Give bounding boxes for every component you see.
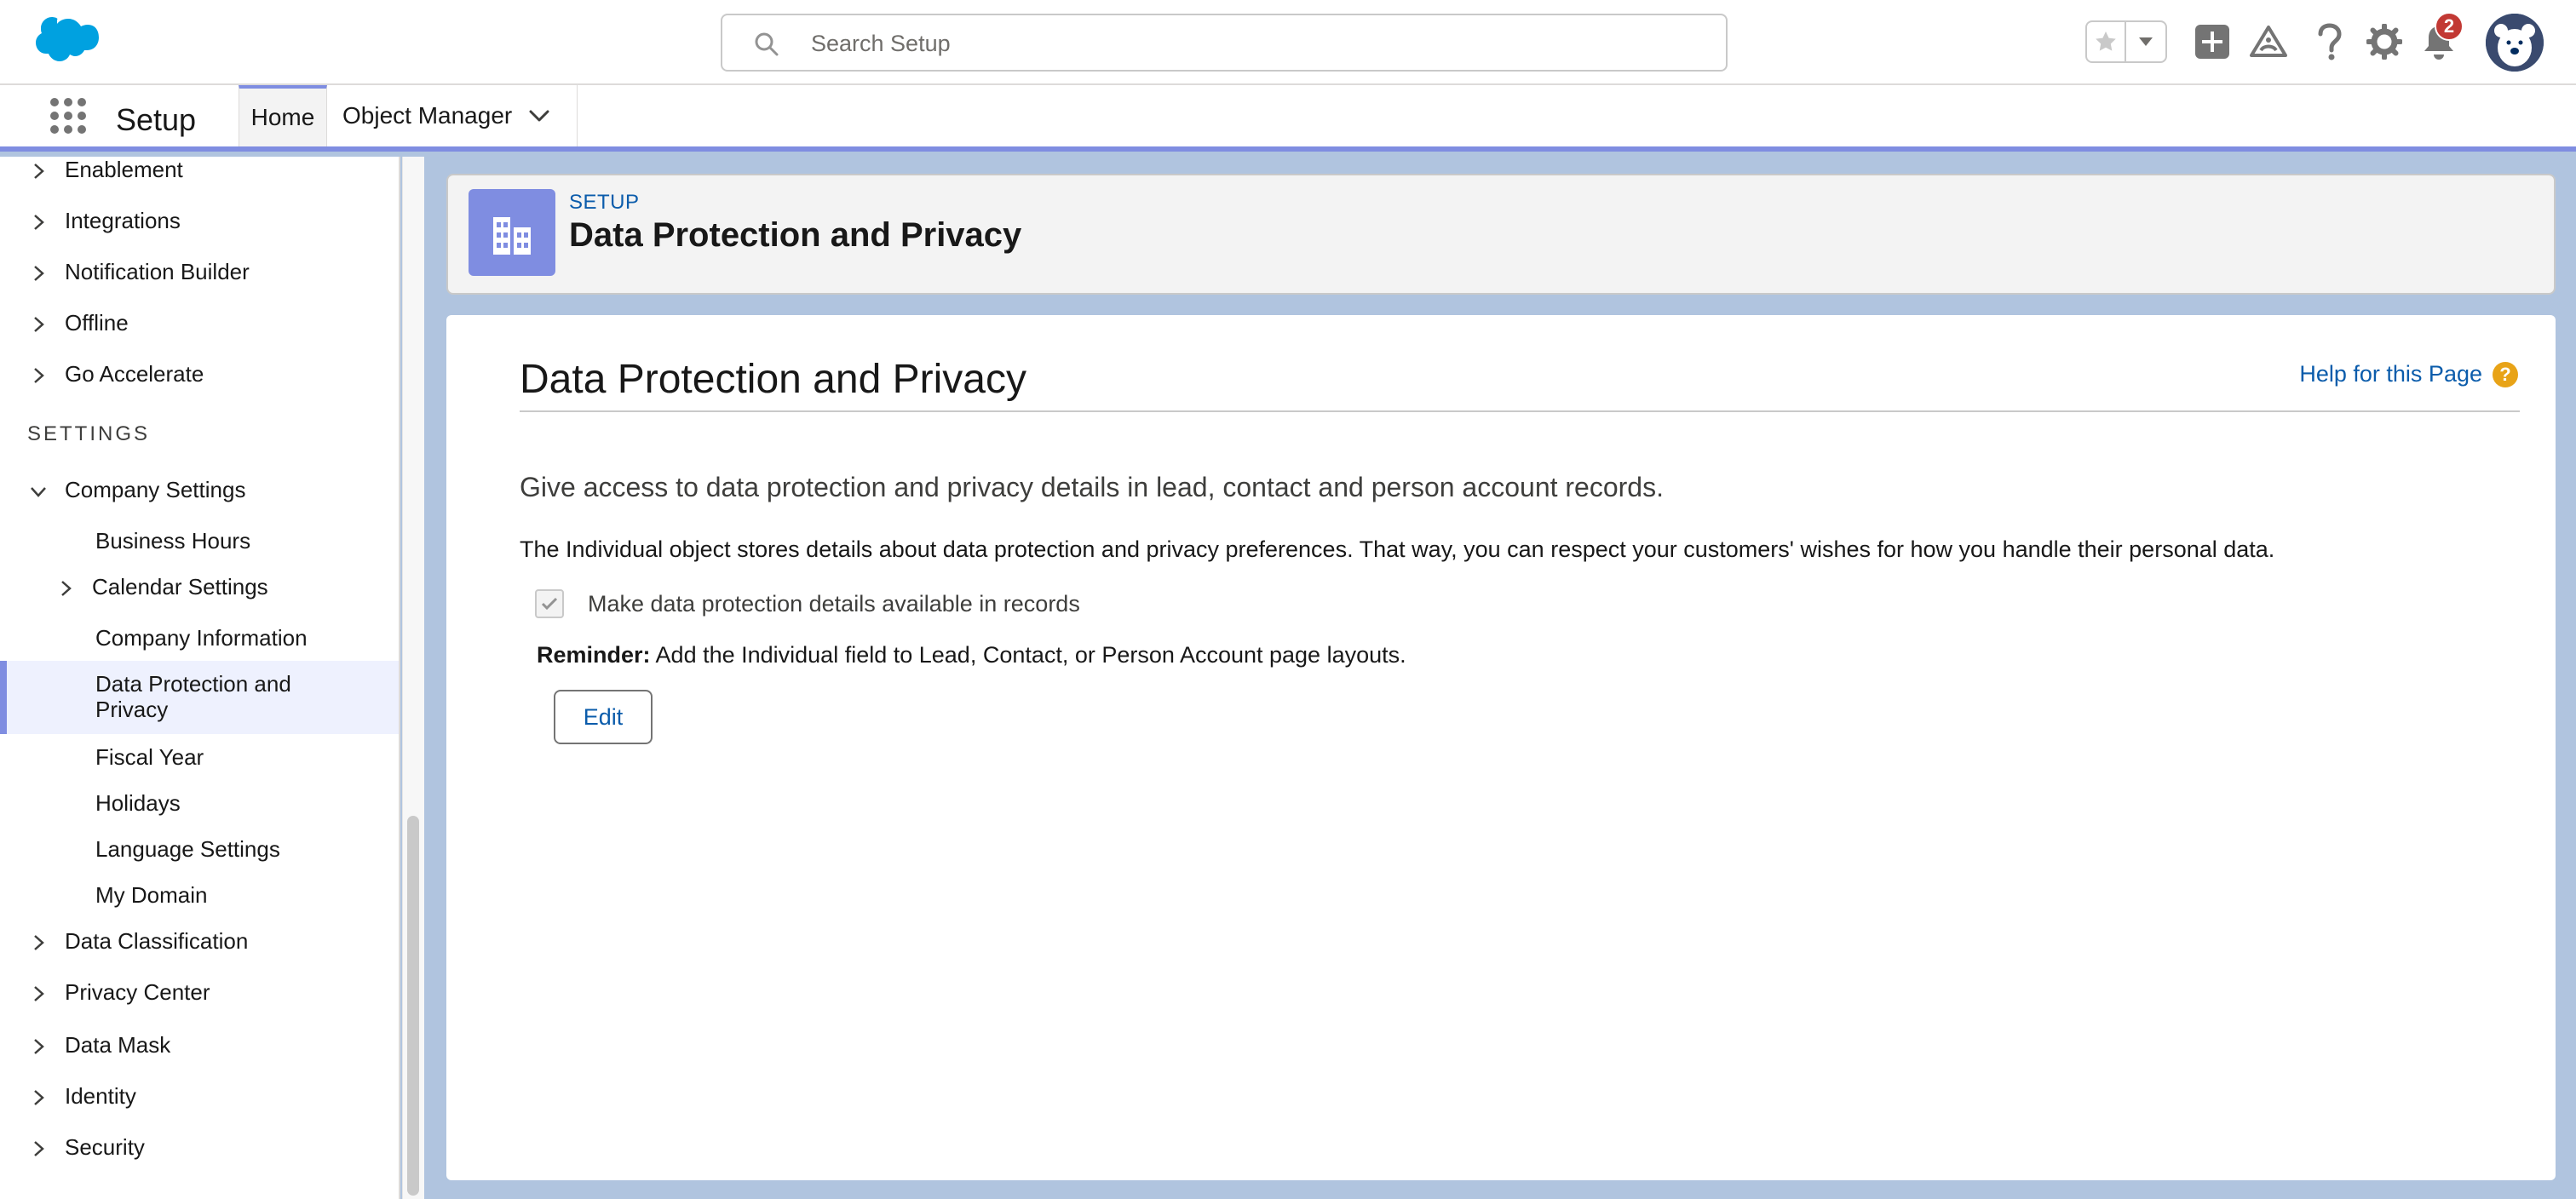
setup-gear-button[interactable] <box>2363 20 2406 63</box>
global-actions-button[interactable] <box>2191 20 2234 63</box>
checkbox-label: Make data protection details available i… <box>588 590 1080 617</box>
help-question-icon: ? <box>2493 361 2518 387</box>
sidebar-item-label: Offline <box>65 310 129 336</box>
gear-icon <box>2366 24 2402 60</box>
chevron-right-icon <box>34 986 44 1001</box>
checkmark-icon <box>541 597 558 611</box>
search-placeholder: Search Setup <box>811 31 951 56</box>
app-launcher-icon[interactable] <box>49 97 87 135</box>
sidebar-item-label: Identity <box>65 1083 136 1109</box>
title-divider <box>520 410 2520 412</box>
sidebar-section-settings: SETTINGS <box>27 422 151 445</box>
favorites-star-button[interactable] <box>2087 22 2126 61</box>
data-protection-checkbox-row: Make data protection details available i… <box>535 589 1080 618</box>
tab-home[interactable]: Home <box>239 85 327 146</box>
sidebar-item-label: Integrations <box>65 208 181 233</box>
chevron-right-icon <box>34 1039 44 1054</box>
search-icon <box>755 32 779 56</box>
sidebar-item-label: Calendar Settings <box>92 574 268 600</box>
content-panel: Data Protection and Privacy Help for thi… <box>446 315 2556 1180</box>
app-name: Setup <box>116 102 197 137</box>
sidebar-scrollbar-thumb[interactable] <box>407 816 419 1196</box>
page-header: SETUP Data Protection and Privacy <box>446 174 2556 295</box>
chevron-right-icon <box>34 266 44 281</box>
favorites-group <box>2085 20 2167 63</box>
chevron-right-icon <box>61 581 72 596</box>
reminder-body: Add the Individual field to Lead, Contac… <box>650 642 1406 668</box>
tab-object-manager-label: Object Manager <box>342 102 513 129</box>
building-icon <box>469 189 555 276</box>
sidebar-item-label: Language Settings <box>95 836 280 862</box>
tab-home-label: Home <box>250 104 315 130</box>
sidebar-item-label: Notification Builder <box>65 259 250 284</box>
global-search-input[interactable]: Search Setup <box>721 14 1728 72</box>
question-icon <box>2318 23 2342 60</box>
chevron-right-icon <box>34 1141 44 1156</box>
trailhead-guidance-button[interactable] <box>2247 20 2290 63</box>
sidebar-item-label: Privacy Center <box>65 979 210 1005</box>
data-protection-checkbox[interactable] <box>535 589 564 618</box>
salesforce-logo[interactable] <box>27 17 99 66</box>
lead-text: Give access to data protection and priva… <box>520 472 1664 502</box>
sidebar-item-label: Fiscal Year <box>95 744 204 770</box>
help-link-label: Help for this Page <box>2299 361 2482 387</box>
sidebar-item-label: Company Information <box>95 625 308 651</box>
help-for-this-page-link[interactable]: Help for this Page ? <box>2299 361 2518 387</box>
sidebar-item-label: My Domain <box>95 882 208 908</box>
bear-avatar-icon <box>2486 14 2544 72</box>
chevron-right-icon <box>34 1090 44 1105</box>
reminder-text: Reminder: Add the Individual field to Le… <box>537 642 1406 668</box>
chevron-down-icon[interactable] <box>529 109 549 123</box>
description-text: The Individual object stores details abo… <box>520 536 2275 562</box>
chevron-right-icon <box>34 368 44 383</box>
chevron-right-icon <box>34 215 44 230</box>
trailhead-icon <box>2250 26 2287 57</box>
help-button[interactable] <box>2309 20 2351 63</box>
section-title: Data Protection and Privacy <box>520 357 1026 402</box>
sidebar-item-label: Holidays <box>95 790 181 816</box>
user-avatar[interactable] <box>2486 14 2544 72</box>
chevron-right-icon <box>34 164 44 179</box>
sidebar-item-label: Data Classification <box>65 928 249 954</box>
sidebar-item-label: Company Settings <box>65 477 246 502</box>
sidebar-item-label: Business Hours <box>95 528 251 554</box>
page-eyebrow: SETUP <box>569 191 640 214</box>
setup-sidebar: Enablement Integrations Notification Bui… <box>0 157 400 1199</box>
sidebar-item-label: Data Mask <box>65 1032 171 1058</box>
sidebar-item-label: Data Protection and Privacy <box>95 671 291 722</box>
favorites-dropdown-button[interactable] <box>2126 22 2165 61</box>
chevron-right-icon <box>34 935 44 950</box>
context-bar: Setup Home Object Manager <box>0 85 2576 152</box>
tab-object-manager[interactable]: Object Manager <box>327 85 578 146</box>
chevron-right-icon <box>34 317 44 332</box>
star-icon <box>2096 32 2116 51</box>
chevron-down-icon <box>31 487 46 497</box>
reminder-label: Reminder: <box>537 642 651 668</box>
caret-down-icon <box>2139 37 2153 46</box>
sidebar-item-label: Enablement <box>65 157 183 182</box>
page-title: Data Protection and Privacy <box>569 216 1022 254</box>
sidebar-item-label: Security <box>65 1134 145 1160</box>
edit-button[interactable]: Edit <box>554 690 653 744</box>
add-icon <box>2195 25 2229 59</box>
global-header: Search Setup 2 <box>0 0 2576 85</box>
notification-count-badge: 2 <box>2435 12 2464 41</box>
sidebar-item-label: Go Accelerate <box>65 361 204 387</box>
